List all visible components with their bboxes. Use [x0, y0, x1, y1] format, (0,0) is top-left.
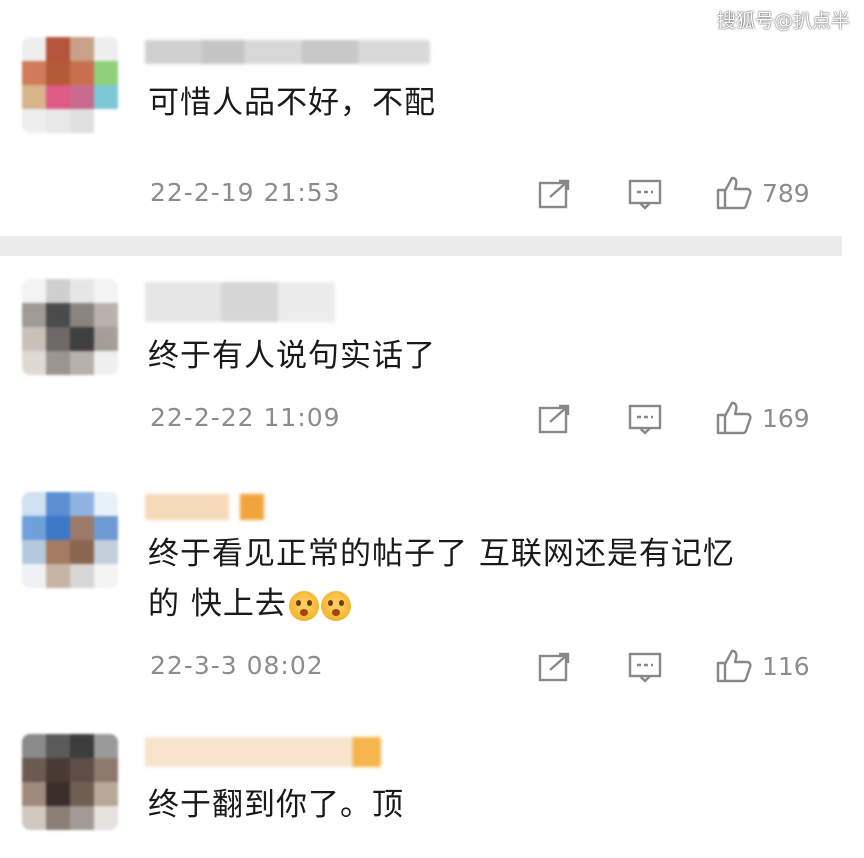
reply-button[interactable]: [628, 403, 662, 435]
comment-timestamp: 22-2-19 21:53: [150, 178, 341, 207]
reply-button[interactable]: [628, 178, 662, 210]
comment-text: 终于看见正常的帖子了 互联网还是有记忆 的 快上去: [148, 536, 735, 622]
comment-timestamp: 22-2-22 11:09: [150, 403, 341, 432]
avatar[interactable]: [22, 279, 118, 375]
thumbs-up-icon: [716, 401, 752, 435]
share-icon: [538, 404, 570, 434]
like-button[interactable]: 789: [716, 176, 810, 210]
share-icon: [538, 179, 570, 209]
username-redacted[interactable]: [145, 282, 335, 322]
share-button[interactable]: [538, 651, 572, 683]
crying-face-emoji: [288, 590, 319, 621]
watermark: 搜狐号@扒点半: [716, 10, 850, 32]
crying-face-emoji: [320, 590, 351, 621]
section-divider: [0, 236, 842, 256]
share-button[interactable]: [538, 403, 572, 435]
comment-timestamp: 22-3-3 08:02: [150, 651, 324, 680]
like-button[interactable]: 116: [716, 649, 810, 683]
comment-text: 可惜人品不好，不配: [148, 85, 436, 121]
like-count: 116: [762, 651, 810, 681]
avatar[interactable]: [22, 37, 118, 133]
username-redacted[interactable]: [145, 494, 285, 520]
comment-text: 终于翻到你了。顶: [148, 787, 404, 823]
username-redacted[interactable]: [145, 737, 381, 767]
share-icon: [538, 652, 570, 682]
thumbs-up-icon: [716, 176, 752, 210]
reply-icon: [628, 179, 662, 210]
reply-button[interactable]: [628, 651, 662, 683]
like-count: 169: [762, 403, 810, 433]
username-redacted[interactable]: [145, 40, 430, 64]
reply-icon: [628, 404, 662, 435]
thumbs-up-icon: [716, 649, 752, 683]
avatar[interactable]: [22, 492, 118, 588]
share-button[interactable]: [538, 178, 572, 210]
reply-icon: [628, 652, 662, 683]
like-count: 789: [762, 178, 810, 208]
avatar[interactable]: [22, 734, 118, 830]
like-button[interactable]: 169: [716, 401, 810, 435]
comment-text: 终于有人说句实话了: [148, 338, 436, 374]
